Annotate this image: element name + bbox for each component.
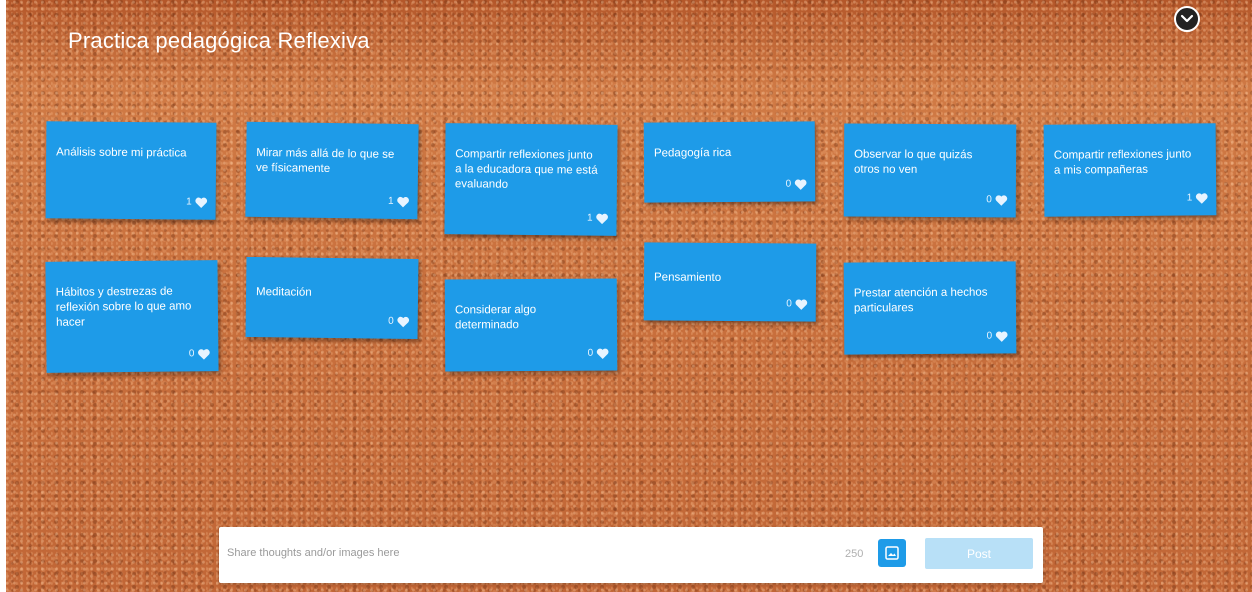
like-button[interactable]: 1	[587, 211, 609, 226]
like-count: 0	[986, 330, 993, 342]
like-button[interactable]: 0	[388, 314, 410, 329]
share-input[interactable]	[225, 537, 829, 569]
board-title: Practica pedagógica Reflexiva	[68, 28, 370, 53]
like-count: 1	[586, 212, 593, 224]
note-card[interactable]: Análisis sobre mi práctica 1	[45, 121, 217, 220]
like-button[interactable]: 0	[987, 328, 1009, 343]
note-card[interactable]: Considerar algo determinado 0	[444, 278, 618, 372]
add-image-button[interactable]	[878, 539, 906, 567]
note-text: Prestar atención a hechos particulares	[853, 286, 988, 315]
like-count: 0	[785, 178, 792, 190]
note-text: Compartir reflexiones junto a mis compañ…	[1053, 148, 1192, 177]
note-card[interactable]: Pedagogía rica 0	[643, 121, 816, 203]
note-card[interactable]: Observar lo que quizás otros no ven 0	[843, 123, 1017, 218]
corkboard: Practica pedagógica Reflexiva Análisis s…	[6, 0, 1252, 592]
note-card[interactable]: Compartir reflexiones junto a mis compañ…	[1043, 123, 1217, 217]
note-card[interactable]: Mirar más allá de lo que se ve físicamen…	[245, 121, 419, 220]
like-button[interactable]: 1	[186, 194, 208, 209]
heart-icon	[596, 213, 608, 224]
chevron-down-icon	[1180, 14, 1194, 23]
like-count: 0	[986, 194, 992, 206]
like-button[interactable]: 1	[1187, 190, 1209, 205]
like-count: 0	[188, 348, 195, 360]
like-button[interactable]: 0	[189, 346, 211, 361]
note-text: Observar lo que quizás otros no ven	[853, 148, 973, 176]
note-text: Considerar algo determinado	[454, 303, 537, 332]
note-text: Compartir reflexiones junto a la educado…	[454, 148, 598, 191]
heart-icon	[397, 316, 410, 327]
like-count: 1	[1186, 192, 1193, 204]
like-count: 1	[186, 196, 192, 208]
note-text: Mirar más allá de lo que se ve físicamen…	[255, 146, 395, 175]
like-count: 0	[388, 315, 394, 327]
note-text: Hábitos y destrezas de reflexión sobre l…	[55, 285, 192, 329]
note-card[interactable]: Prestar atención a hechos particulares 0	[843, 261, 1017, 355]
like-button[interactable]: 0	[786, 296, 808, 311]
heart-icon	[995, 194, 1008, 206]
like-count: 0	[786, 298, 792, 310]
heart-icon	[195, 197, 208, 208]
heart-icon	[596, 348, 609, 359]
heart-icon	[397, 196, 409, 207]
note-text: Meditación	[255, 286, 312, 299]
like-count: 0	[587, 347, 594, 359]
heart-icon	[794, 178, 807, 190]
like-count: 1	[387, 195, 394, 207]
char-count: 250	[845, 548, 864, 560]
note-card[interactable]: Meditación 0	[245, 256, 419, 340]
like-button[interactable]: 0	[588, 346, 610, 361]
collapse-button[interactable]	[1174, 6, 1200, 32]
note-text: Análisis sobre mi práctica	[56, 146, 187, 160]
heart-icon	[1195, 192, 1208, 204]
note-card[interactable]: Hábitos y destrezas de reflexión sobre l…	[45, 260, 219, 373]
image-icon	[885, 546, 899, 560]
post-composer: 250 Post	[219, 527, 1043, 583]
like-button[interactable]: 0	[786, 176, 808, 191]
note-card[interactable]: Pensamiento 0	[643, 242, 817, 322]
like-button[interactable]: 1	[388, 194, 410, 209]
note-text: Pensamiento	[653, 271, 722, 284]
note-card[interactable]: Compartir reflexiones junto a la educado…	[444, 123, 618, 236]
post-button[interactable]: Post	[925, 538, 1033, 569]
heart-icon	[795, 298, 808, 310]
heart-icon	[995, 330, 1008, 342]
note-text: Pedagogía rica	[653, 146, 732, 160]
like-button[interactable]: 0	[986, 192, 1008, 207]
heart-icon	[198, 348, 210, 360]
